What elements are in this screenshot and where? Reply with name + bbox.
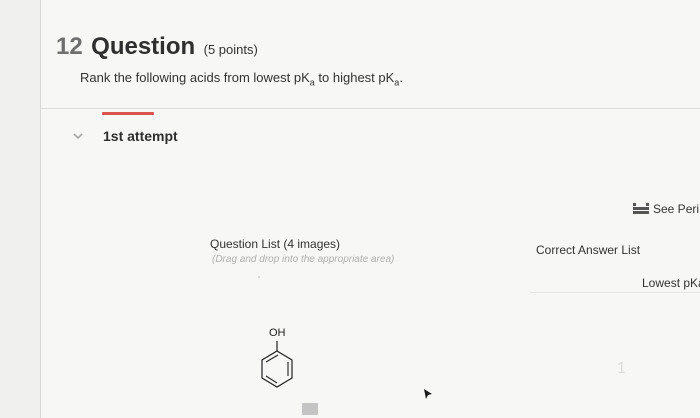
question-number: 12 <box>56 33 83 60</box>
question-header: 12 Question (5 points) <box>56 33 258 61</box>
question-prompt: Rank the following acids from lowest pKa… <box>80 70 403 88</box>
prompt-text-start: Rank the following acids from lowest pK <box>80 70 310 85</box>
prompt-text-middle: to highest pK <box>314 70 395 85</box>
question-card <box>40 0 700 418</box>
page: 12 Question (5 points) Rank the followin… <box>0 0 700 418</box>
question-points: (5 points) <box>203 42 258 57</box>
periodic-table-icon <box>633 203 649 214</box>
prompt-text-end: . <box>399 70 403 85</box>
attempt-label[interactable]: 1st attempt <box>103 128 178 144</box>
drag-image-thumbnail-icon[interactable] <box>302 403 318 415</box>
phenol-structure-icon[interactable] <box>248 324 308 394</box>
correct-answer-list-title: Correct Answer List <box>536 243 641 257</box>
see-periodic-label: See Peri <box>653 202 700 216</box>
section-divider <box>40 108 700 109</box>
chevron-down-icon[interactable] <box>71 131 85 145</box>
question-list-hint: (Drag and drop into the appropriate area… <box>212 254 395 265</box>
answer-slot-number: 1 <box>617 360 626 377</box>
question-heading: Question <box>91 33 196 60</box>
question-list-title: Question List (4 images) <box>210 237 341 251</box>
answer-list-divider <box>530 292 700 293</box>
drop-zone-marker <box>258 276 260 278</box>
lowest-pka-label: Lowest pKa <box>642 276 700 290</box>
mouse-cursor-icon <box>424 389 432 399</box>
see-periodic-table-link[interactable]: See Peri <box>633 202 699 216</box>
attempt-accent-bar <box>102 112 154 115</box>
